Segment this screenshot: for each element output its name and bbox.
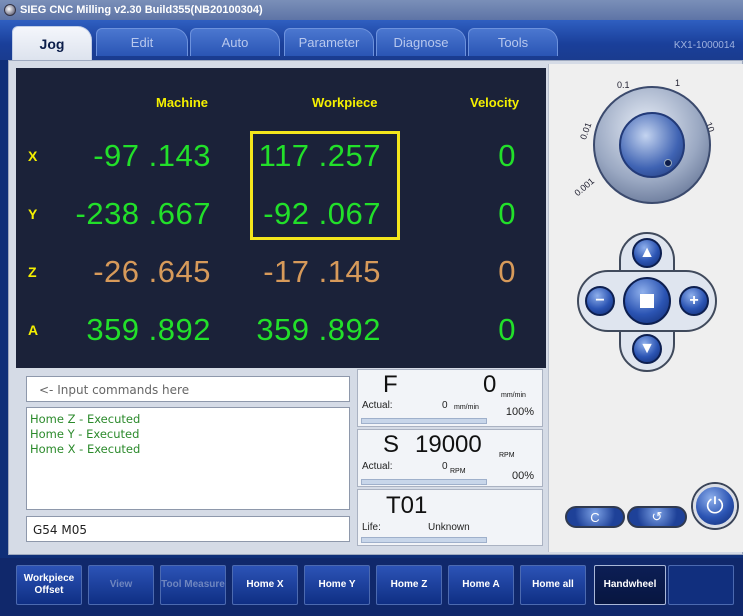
home-x-button[interactable]: Home X: [232, 565, 298, 605]
tab-strip: Jog Edit Auto Parameter Diagnose Tools K…: [0, 20, 743, 60]
feed-unit: mm/min: [501, 392, 526, 399]
log-line: Home Y - Executed: [30, 427, 140, 441]
tool-panel: T01 Life: Unknown: [357, 489, 543, 546]
jog-pad: ▲ − + ▼: [567, 232, 727, 372]
home-a-button[interactable]: Home A: [448, 565, 514, 605]
jog-minus-button[interactable]: −: [585, 286, 615, 316]
dro-panel: Machine Workpiece Velocity X -97 .143 11…: [16, 68, 546, 368]
feed-letter: F: [383, 371, 398, 398]
home-z-button[interactable]: Home Z: [376, 565, 442, 605]
spindle-actual-unit: RPM: [450, 468, 466, 475]
handwheel-inner: [619, 112, 685, 178]
velocity-value-a: 0: [498, 312, 516, 347]
view-button[interactable]: View: [88, 565, 154, 605]
scale-1[interactable]: 1: [675, 78, 680, 88]
window-title: SIEG CNC Milling v2.30 Build355(NB201003…: [20, 4, 263, 16]
spindle-letter: S: [383, 431, 400, 458]
tool-measure-button[interactable]: Tool Measure: [160, 565, 226, 605]
workpiece-value-a[interactable]: 359 .892: [246, 312, 381, 348]
bottom-toolbar: Workpiece Offset View Tool Measure Home …: [0, 558, 743, 616]
workpiece-value-x[interactable]: 117 .257: [246, 138, 381, 174]
jog-up-button[interactable]: ▲: [632, 238, 662, 268]
feed-actual-label: Actual:: [362, 400, 393, 411]
jog-stop-button[interactable]: [623, 277, 671, 325]
velocity-value-y: 0: [498, 196, 516, 231]
stop-square-icon: [640, 294, 654, 308]
machine-id: KX1-1000014: [673, 40, 735, 51]
machine-value-a: 359 .892: [86, 312, 211, 347]
handwheel-dial[interactable]: 0.1 1 10 0.01 0.001: [572, 74, 729, 224]
spindle-value: 19000: [415, 431, 482, 458]
continuous-mode-button[interactable]: C: [565, 506, 625, 528]
axis-label-a: A: [28, 322, 39, 338]
machine-value-y: -238 .667: [75, 196, 211, 231]
modal-state: G54 M05: [26, 516, 350, 542]
app-icon: [4, 4, 16, 16]
feed-actual-value: 0: [442, 400, 448, 411]
velocity-header: Velocity: [470, 95, 520, 110]
handwheel-knob[interactable]: [593, 86, 711, 204]
workpiece-value-z[interactable]: -17 .145: [246, 254, 381, 290]
home-y-button[interactable]: Home Y: [304, 565, 370, 605]
velocity-value-z: 0: [498, 254, 516, 289]
spindle-override: 00%: [511, 470, 534, 482]
tab-parameter[interactable]: Parameter: [284, 28, 374, 56]
scale-0-01[interactable]: 0.01: [578, 121, 593, 141]
spindle-panel: S 19000 RPM Actual: 0 RPM 00%: [357, 429, 543, 487]
tool-life-bar: [361, 537, 487, 543]
axis-label-z: Z: [28, 264, 37, 280]
feed-value: 0: [483, 371, 497, 398]
log-line: Home Z - Executed: [30, 412, 141, 426]
log-line: Home X - Executed: [30, 442, 141, 456]
spindle-unit: RPM: [499, 452, 515, 459]
tool-life-value: Unknown: [428, 522, 470, 533]
tool-life-label: Life:: [362, 522, 381, 533]
scale-0-1[interactable]: 0.1: [617, 80, 630, 90]
feed-override-bar[interactable]: [361, 418, 487, 424]
velocity-value-x: 0: [498, 138, 516, 173]
jog-plus-button[interactable]: +: [679, 286, 709, 316]
tab-tools[interactable]: Tools: [468, 28, 558, 56]
feed-override: 100%: [505, 406, 534, 418]
handwheel-panel: 0.1 1 10 0.01 0.001 ▲ − + ▼ C ↺ ⏻: [548, 64, 743, 552]
feed-panel: F 0 mm/min Actual: 0 mm/min 100%: [357, 369, 543, 427]
tab-edit[interactable]: Edit: [96, 28, 188, 56]
command-input[interactable]: <- Input commands here: [26, 376, 350, 402]
home-all-button[interactable]: Home all: [520, 565, 586, 605]
rotate-mode-button[interactable]: ↺: [627, 506, 687, 528]
feed-actual-unit: mm/min: [454, 404, 479, 411]
machine-header: Machine: [156, 95, 209, 110]
machine-value-x: -97 .143: [93, 138, 211, 173]
scale-0-001[interactable]: 0.001: [572, 176, 596, 198]
axis-label-y: Y: [28, 206, 38, 222]
handwheel-bottom-controls: C ↺ ⏻: [563, 484, 738, 544]
title-bar: SIEG CNC Milling v2.30 Build355(NB201003…: [0, 0, 743, 20]
spindle-actual-value: 0: [442, 461, 448, 472]
machine-value-z: -26 .645: [93, 254, 211, 289]
tab-auto[interactable]: Auto: [190, 28, 280, 56]
spindle-actual-label: Actual:: [362, 461, 393, 472]
empty-button[interactable]: [668, 565, 734, 605]
cnc-app-window: SIEG CNC Milling v2.30 Build355(NB201003…: [0, 0, 743, 616]
workpiece-offset-button[interactable]: Workpiece Offset: [16, 565, 82, 605]
power-icon[interactable]: ⏻: [693, 484, 737, 528]
tab-jog[interactable]: Jog: [12, 26, 92, 60]
workpiece-value-y[interactable]: -92 .067: [246, 196, 381, 232]
command-log: Home Z - Executed Home Y - Executed Home…: [26, 407, 350, 510]
tool-number: T01: [386, 492, 428, 519]
axis-label-x: X: [28, 148, 38, 164]
handwheel-button[interactable]: Handwheel: [594, 565, 666, 605]
jog-down-button[interactable]: ▼: [632, 334, 662, 364]
tab-diagnose[interactable]: Diagnose: [376, 28, 466, 56]
workpiece-header: Workpiece: [312, 95, 378, 110]
spindle-override-bar[interactable]: [361, 479, 487, 485]
handwheel-indicator-dot: [664, 159, 672, 167]
